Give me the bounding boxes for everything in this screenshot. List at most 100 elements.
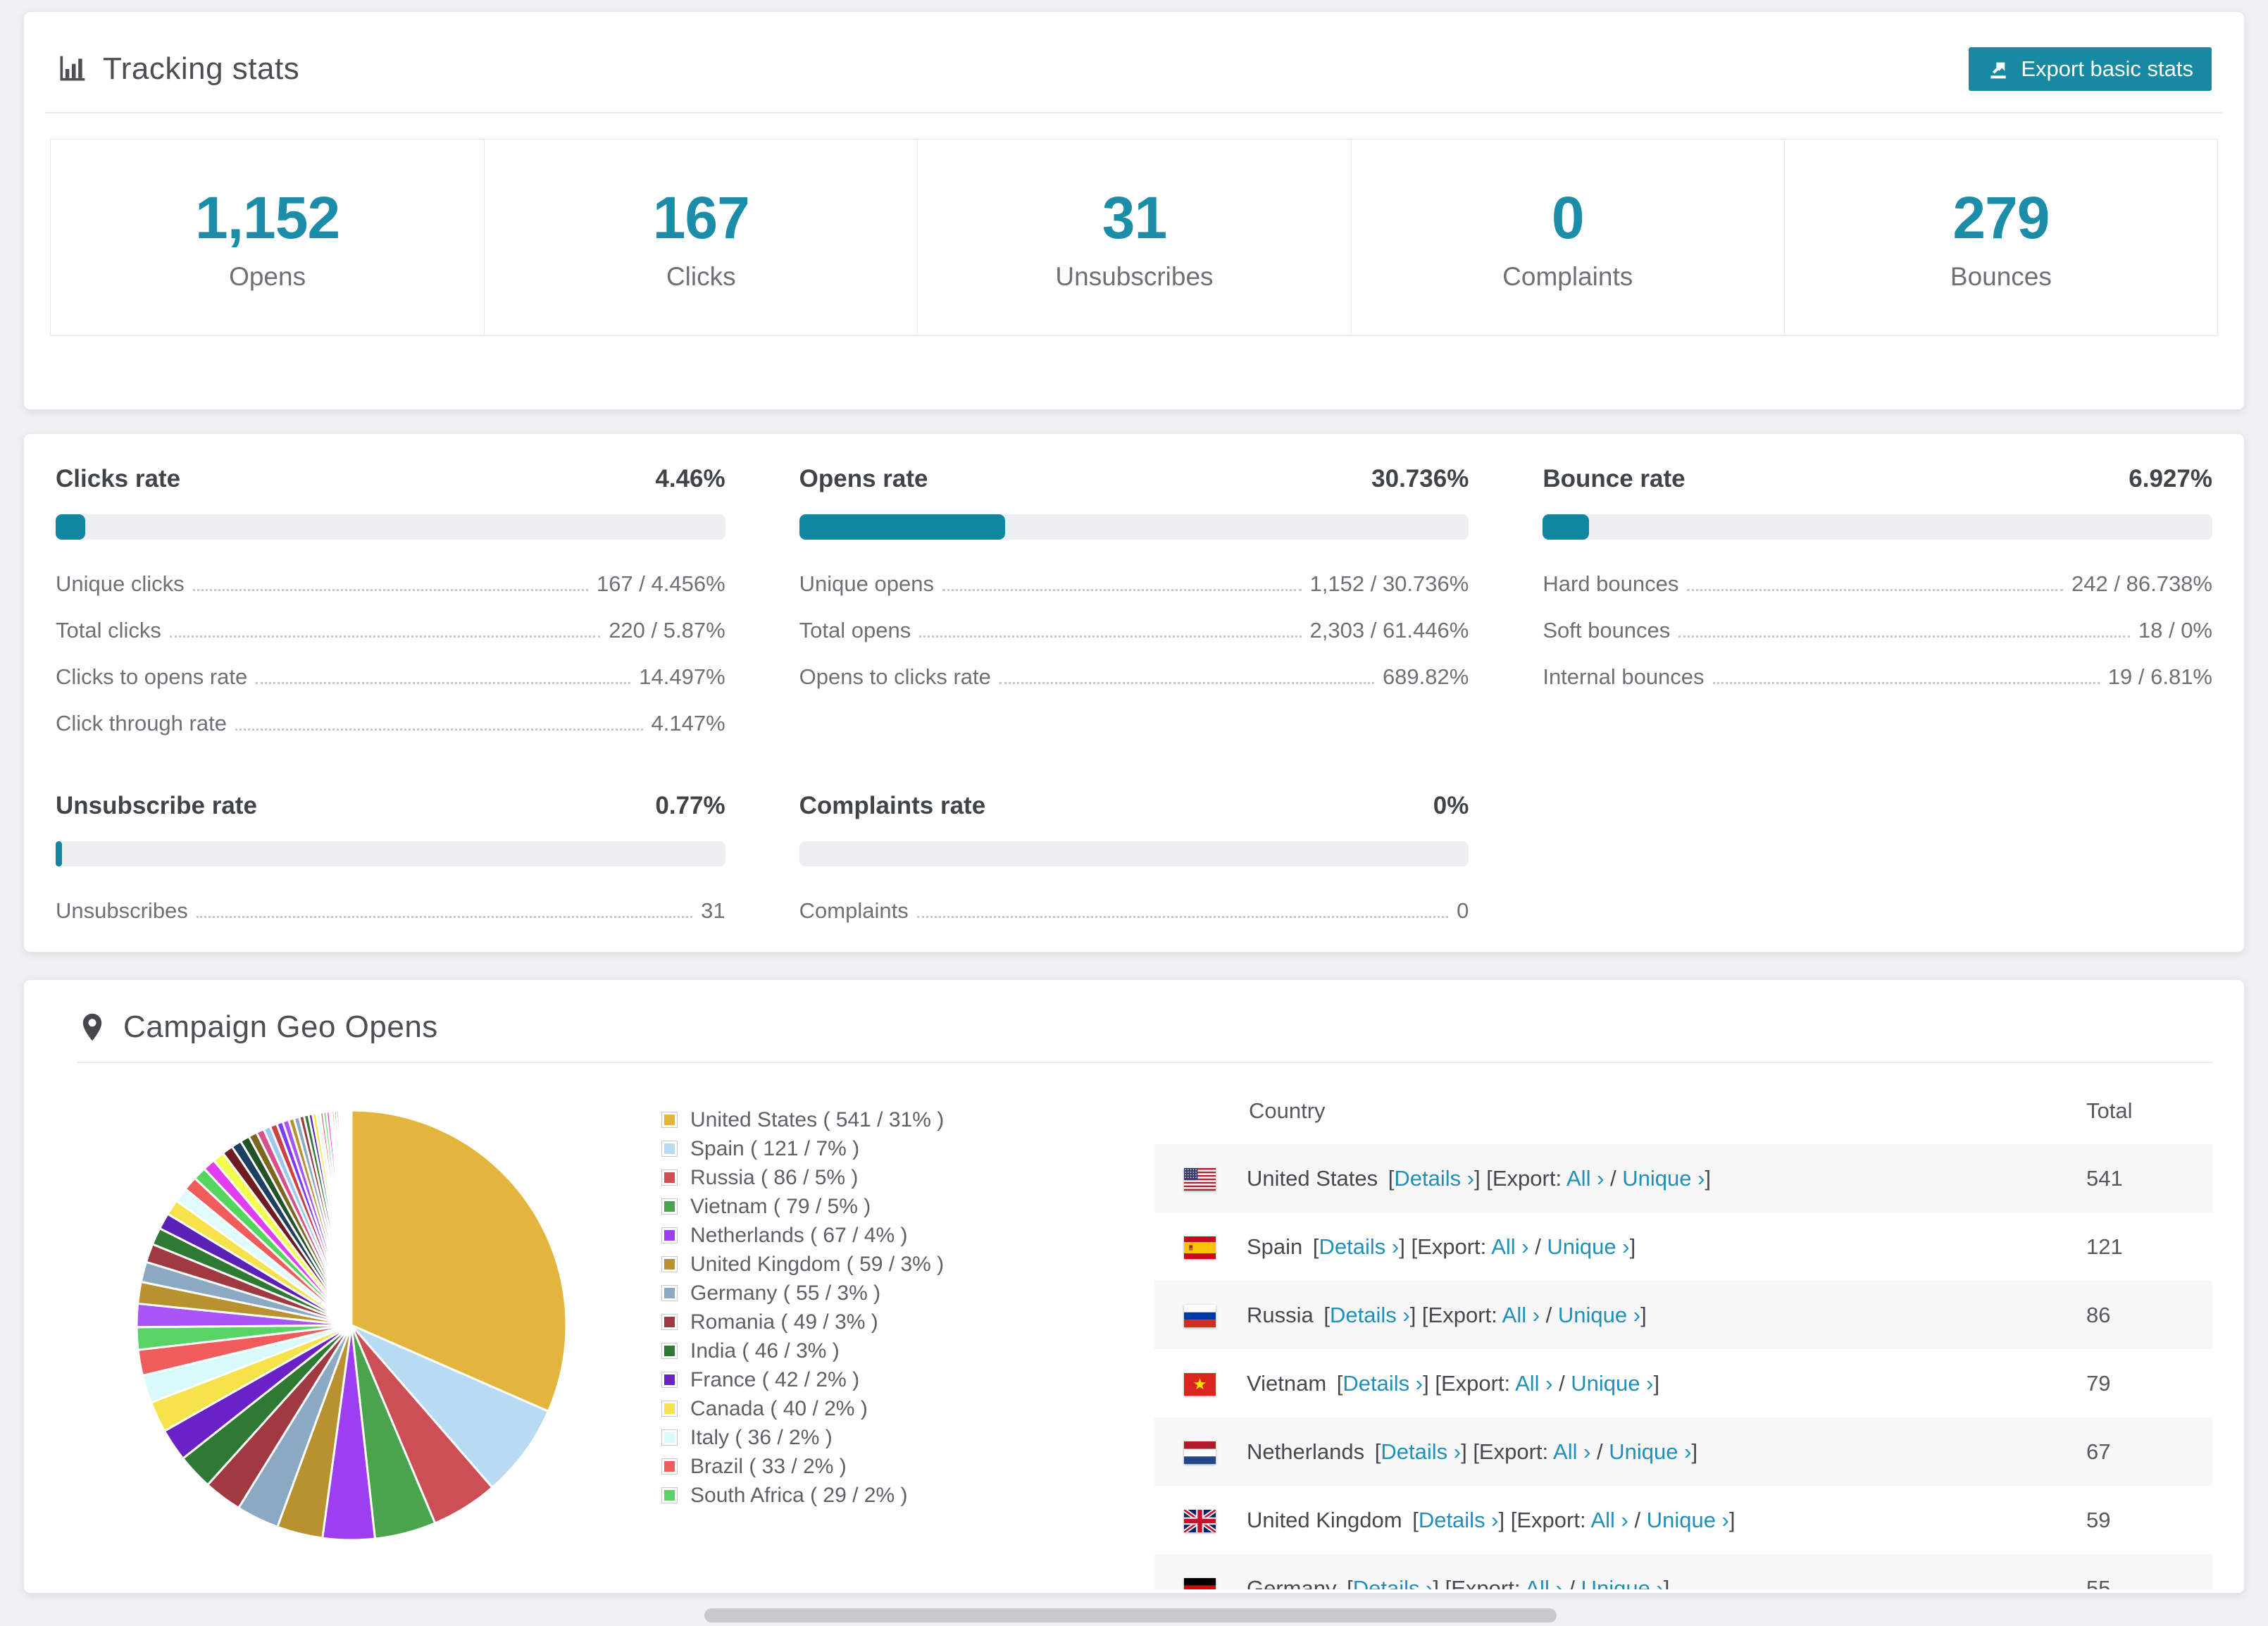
- legend-item-spain: Spain ( 121 / 7% ): [661, 1134, 1154, 1163]
- rate-progress-bar: [799, 514, 1469, 540]
- bracket: [: [1317, 1302, 1330, 1327]
- rates-grid: Clicks rate 4.46% Unique clicks 167 / 4.456…: [56, 465, 2212, 934]
- rate-block-header: Complaints rate 0%: [799, 792, 1469, 820]
- flag-gb-icon: [1184, 1510, 1216, 1533]
- rate-row-label: Complaints: [799, 898, 909, 923]
- details-link[interactable]: Details ›: [1342, 1371, 1423, 1396]
- rate-block-header: Clicks rate 4.46%: [56, 465, 725, 493]
- export-all-link[interactable]: All ›: [1525, 1576, 1562, 1590]
- country-name: Germany: [1247, 1575, 1337, 1590]
- legend-item-netherlands: Netherlands ( 67 / 4% ): [661, 1221, 1154, 1250]
- tracking-stats-header: Tracking stats Export basic stats: [24, 12, 2244, 91]
- geo-total-value: 67: [2086, 1439, 2111, 1464]
- bracket: [: [1331, 1370, 1343, 1396]
- legend-swatch: [661, 1401, 678, 1417]
- rate-row-label: Total opens: [799, 618, 911, 643]
- export-unique-link[interactable]: Unique ›: [1581, 1576, 1664, 1590]
- rate-row-value: 19 / 6.81%: [2107, 664, 2212, 689]
- flag-de-icon: [1184, 1578, 1216, 1589]
- geo-row-united-states: United States [Details ›] [Export: All ›…: [1154, 1144, 2212, 1212]
- rate-block-header: Bounce rate 6.927%: [1543, 465, 2212, 493]
- rate-row-click-through-rate: Click through rate 4.147%: [56, 700, 725, 747]
- stat-label: Unsubscribes: [1055, 261, 1214, 291]
- slash: /: [1562, 1575, 1581, 1590]
- dotted-leader: [235, 728, 643, 731]
- dotted-leader: [942, 589, 1302, 591]
- details-link[interactable]: Details ›: [1330, 1303, 1410, 1327]
- geo-total-value: 55: [2086, 1575, 2111, 1590]
- details-link[interactable]: Details ›: [1381, 1439, 1461, 1464]
- flag-us-icon: [1184, 1168, 1216, 1191]
- rate-block-bounce-rate: Bounce rate 6.927% Hard bounces 242 / 86.73…: [1543, 465, 2212, 747]
- geo-opens-pie-chart: [135, 1109, 568, 1541]
- geo-country-cell: Netherlands [Details ›] [Export: All › /…: [1154, 1417, 2086, 1486]
- rate-value: 6.927%: [2129, 465, 2212, 492]
- legend-item-india: India ( 46 / 3% ): [661, 1336, 1154, 1365]
- export-label: ] [Export:: [1423, 1370, 1516, 1396]
- page: Tracking stats Export basic stats 1,152 O…: [0, 11, 2268, 1622]
- export-all-link[interactable]: All ›: [1566, 1166, 1604, 1191]
- details-link[interactable]: Details ›: [1394, 1166, 1474, 1191]
- export-unique-link[interactable]: Unique ›: [1622, 1166, 1705, 1191]
- legend-item-united-states: United States ( 541 / 31% ): [661, 1105, 1154, 1134]
- legend-swatch: [661, 1372, 678, 1388]
- export-unique-link[interactable]: Unique ›: [1609, 1439, 1691, 1464]
- geo-table-header-country: Country: [1249, 1098, 1326, 1123]
- rate-row-label: Unique clicks: [56, 571, 185, 596]
- horizontal-scrollbar-thumb[interactable]: [704, 1608, 1557, 1622]
- geo-header: Campaign Geo Opens: [56, 1005, 2212, 1045]
- legend-item-romania: Romania ( 49 / 3% ): [661, 1308, 1154, 1336]
- export-all-link[interactable]: All ›: [1491, 1234, 1528, 1259]
- bracket: ]: [1691, 1439, 1698, 1464]
- slash: /: [1528, 1234, 1547, 1259]
- export-all-link[interactable]: All ›: [1515, 1371, 1552, 1396]
- geo-table-column: Country Total United States [Details ›] …: [1154, 1077, 2212, 1589]
- tracking-stats-title-text: Tracking stats: [103, 51, 300, 86]
- rate-row-value: 167 / 4.456%: [596, 571, 725, 596]
- flag-es-icon: [1184, 1236, 1216, 1260]
- rate-row-value: 18 / 0%: [2138, 618, 2212, 643]
- slash: /: [1628, 1507, 1647, 1532]
- country-name: Vietnam: [1247, 1370, 1327, 1396]
- country-name: Netherlands: [1247, 1439, 1365, 1464]
- flag-vn-icon: [1184, 1373, 1216, 1396]
- export-all-link[interactable]: All ›: [1502, 1303, 1540, 1327]
- rate-block-complaints-rate: Complaints rate 0% Complaints 0: [799, 792, 1469, 934]
- rate-row-value: 220 / 5.87%: [609, 618, 725, 643]
- legend-swatch: [661, 1458, 678, 1475]
- details-link[interactable]: Details ›: [1319, 1234, 1400, 1259]
- rate-row-label: Internal bounces: [1543, 664, 1705, 689]
- details-link[interactable]: Details ›: [1419, 1508, 1499, 1532]
- legend-label: United States ( 541 / 31% ): [690, 1107, 945, 1131]
- export-unique-link[interactable]: Unique ›: [1558, 1303, 1640, 1327]
- rate-progress-bar: [56, 841, 725, 867]
- export-label: ] [Export:: [1399, 1234, 1492, 1259]
- rate-block-opens-rate: Opens rate 30.736% Unique opens 1,152 / 30.…: [799, 465, 1469, 747]
- export-button-label: Export basic stats: [2021, 56, 2193, 81]
- country-name: Russia: [1247, 1302, 1314, 1327]
- rate-block-header: Opens rate 30.736%: [799, 465, 1469, 493]
- export-all-link[interactable]: All ›: [1553, 1439, 1590, 1464]
- stat-value: 31: [1102, 184, 1167, 251]
- rate-rows: Complaints 0: [799, 888, 1469, 934]
- rate-progress-fill: [56, 514, 86, 540]
- rate-row-unique-opens: Unique opens 1,152 / 30.736%: [799, 561, 1469, 607]
- rate-title: Complaints rate: [799, 792, 986, 819]
- dotted-leader: [196, 916, 693, 918]
- geo-pie-legend: United States ( 541 / 31% ) Spain ( 121 /…: [661, 1077, 1154, 1510]
- rate-title: Opens rate: [799, 465, 928, 492]
- export-unique-link[interactable]: Unique ›: [1547, 1234, 1629, 1259]
- export-all-link[interactable]: All ›: [1590, 1508, 1628, 1532]
- export-basic-stats-button[interactable]: Export basic stats: [1969, 47, 2212, 91]
- export-unique-link[interactable]: Unique ›: [1647, 1508, 1729, 1532]
- details-link[interactable]: Details ›: [1353, 1576, 1433, 1590]
- rate-row-value: 31: [701, 898, 725, 923]
- export-label: ] [Export:: [1461, 1439, 1554, 1464]
- dotted-leader: [169, 635, 601, 638]
- export-unique-link[interactable]: Unique ›: [1571, 1371, 1653, 1396]
- bracket: ]: [1640, 1302, 1647, 1327]
- rate-row-total-opens: Total opens 2,303 / 61.446%: [799, 607, 1469, 654]
- stat-box-opens: 1,152 Opens: [51, 139, 484, 335]
- rate-row-value: 1,152 / 30.736%: [1309, 571, 1469, 596]
- legend-label: Germany ( 55 / 3% ): [690, 1281, 881, 1305]
